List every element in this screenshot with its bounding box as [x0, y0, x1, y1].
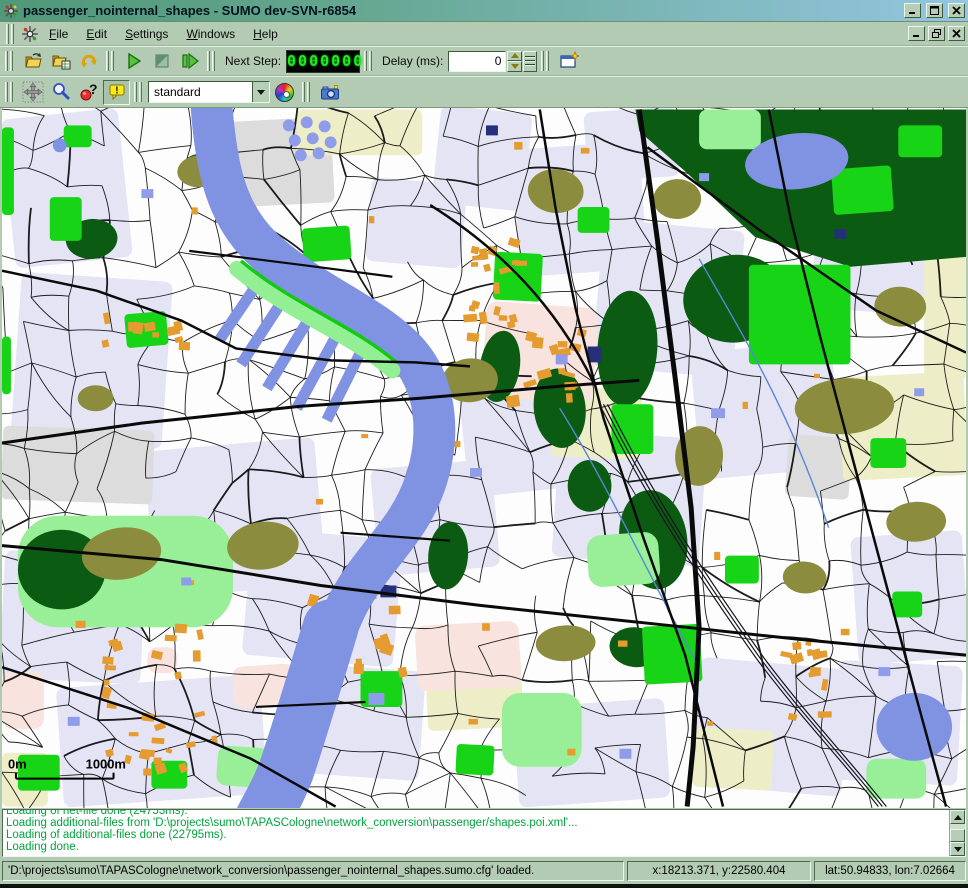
reload-icon: [79, 51, 99, 71]
new-window-icon: [559, 51, 579, 71]
svg-text:?: ?: [89, 82, 98, 97]
toolbar-grip[interactable]: [541, 51, 551, 71]
delay-spin-down-button[interactable]: [507, 61, 522, 72]
status-message: 'D:\projects\sumo\TAPASCologne\network_c…: [2, 861, 624, 881]
run-button[interactable]: [120, 49, 147, 74]
toolbar-grip[interactable]: [5, 82, 15, 102]
tooltip-bubble-icon: !: [107, 82, 127, 102]
scroll-up-icon: [954, 815, 962, 820]
delay-spinner: [507, 51, 522, 72]
open-folder-icon: [23, 51, 43, 71]
spin-up-icon: [511, 53, 519, 58]
mdi-restore-icon: [932, 29, 941, 38]
window-title: passenger_nointernal_shapes - SUMO dev-S…: [23, 3, 899, 18]
log-scrollbar[interactable]: [949, 810, 965, 856]
question-locate-icon: ?: [79, 82, 99, 102]
open-config-button[interactable]: [19, 49, 46, 74]
toolbar-grip[interactable]: [134, 82, 144, 102]
color-scheme-value: standard: [149, 82, 252, 102]
scroll-thumb[interactable]: [950, 829, 965, 842]
zoom-button[interactable]: [47, 80, 74, 105]
window-bottom-edge: [0, 884, 968, 888]
scroll-down-icon: [954, 847, 962, 852]
delay-spin-up-button[interactable]: [507, 51, 522, 62]
tooltip-toggle-button[interactable]: !: [103, 80, 130, 105]
recenter-icon: [22, 81, 44, 103]
scroll-down-button[interactable]: [950, 842, 965, 856]
simulation-toolbar: Next Step: 0000000 Delay (ms): 0: [0, 46, 968, 76]
toolbar-grip[interactable]: [106, 51, 116, 71]
delay-label: Delay (ms):: [378, 54, 447, 68]
status-bar: 'D:\projects\sumo\TAPASCologne\network_c…: [0, 858, 968, 884]
sumo-logo-icon: [21, 25, 39, 43]
open-folder-plus-icon: [51, 51, 71, 71]
scroll-up-button[interactable]: [950, 810, 965, 824]
cursor-latlon-readout: lat:50.94833, lon:7.02664: [814, 861, 966, 881]
color-scheme-combobox[interactable]: standard: [148, 81, 270, 103]
new-view-button[interactable]: [555, 49, 582, 74]
menu-windows[interactable]: Windows: [178, 24, 243, 44]
snapshot-button[interactable]: [316, 80, 343, 105]
title-bar: passenger_nointernal_shapes - SUMO dev-S…: [0, 0, 968, 22]
close-button[interactable]: [948, 3, 965, 18]
reload-button[interactable]: [75, 49, 102, 74]
locate-button[interactable]: ?: [75, 80, 102, 105]
menu-help[interactable]: Help: [245, 24, 286, 44]
combo-dropdown-button[interactable]: [252, 82, 269, 102]
step-counter-lcd: 0000000: [286, 50, 360, 73]
mdi-close-button[interactable]: [948, 26, 965, 41]
open-additional-button[interactable]: [47, 49, 74, 74]
minimize-icon: [908, 6, 917, 15]
menu-settings[interactable]: Settings: [117, 24, 176, 44]
log-line: Loading of net-file done (24753ms).: [6, 809, 962, 817]
message-log-frame: Loading of net-file done (24753ms). Load…: [0, 808, 968, 858]
message-log[interactable]: Loading of net-file done (24753ms). Load…: [2, 809, 966, 857]
toolbar-grip[interactable]: [302, 82, 312, 102]
color-wheel-icon: [275, 83, 294, 102]
mdi-minimize-button[interactable]: [908, 26, 925, 41]
toolbar-grip[interactable]: [6, 24, 16, 44]
chevron-down-icon: [257, 90, 265, 95]
toolbar-grip[interactable]: [5, 51, 15, 71]
log-line: Loading done.: [6, 841, 962, 853]
step-icon: [180, 51, 200, 71]
edit-coloring-button[interactable]: [271, 80, 298, 105]
map-view-frame: 0m 1000m: [0, 108, 968, 808]
cursor-xy-readout: x:18213.371, y:22580.404: [627, 861, 811, 881]
spin-down-icon: [511, 64, 519, 69]
close-icon: [952, 6, 961, 15]
log-line: Loading of additional-files done (22795m…: [6, 829, 962, 841]
menu-bar: File Edit Settings Windows Help: [0, 22, 968, 46]
mdi-restore-button[interactable]: [928, 26, 945, 41]
delay-dial[interactable]: [523, 51, 537, 72]
stop-button[interactable]: [148, 49, 175, 74]
view-toolbar: ? ! standard: [0, 76, 968, 108]
scale-end-label: 1000m: [86, 757, 126, 772]
scale-start-label: 0m: [8, 757, 27, 772]
recenter-button[interactable]: [19, 80, 46, 105]
delay-input[interactable]: 0: [448, 51, 506, 72]
camera-icon: [320, 82, 340, 102]
mdi-close-icon: [952, 29, 961, 38]
toolbar-grip[interactable]: [364, 51, 374, 71]
app-window: passenger_nointernal_shapes - SUMO dev-S…: [0, 0, 968, 888]
play-icon: [124, 51, 144, 71]
app-icon: [3, 3, 19, 19]
menu-file[interactable]: File: [41, 24, 76, 44]
mdi-minimize-icon: [912, 29, 921, 38]
map-canvas[interactable]: 0m 1000m: [2, 108, 966, 808]
next-step-label: Next Step:: [221, 54, 285, 68]
step-button[interactable]: [176, 49, 203, 74]
maximize-icon: [930, 6, 939, 15]
magnifier-icon: [51, 82, 71, 102]
maximize-button[interactable]: [926, 3, 943, 18]
stop-icon: [152, 51, 172, 71]
log-line: Loading additional-files from 'D:\projec…: [6, 817, 962, 829]
menu-edit[interactable]: Edit: [78, 24, 115, 44]
svg-text:!: !: [115, 86, 118, 97]
toolbar-grip[interactable]: [207, 51, 217, 71]
minimize-button[interactable]: [904, 3, 921, 18]
